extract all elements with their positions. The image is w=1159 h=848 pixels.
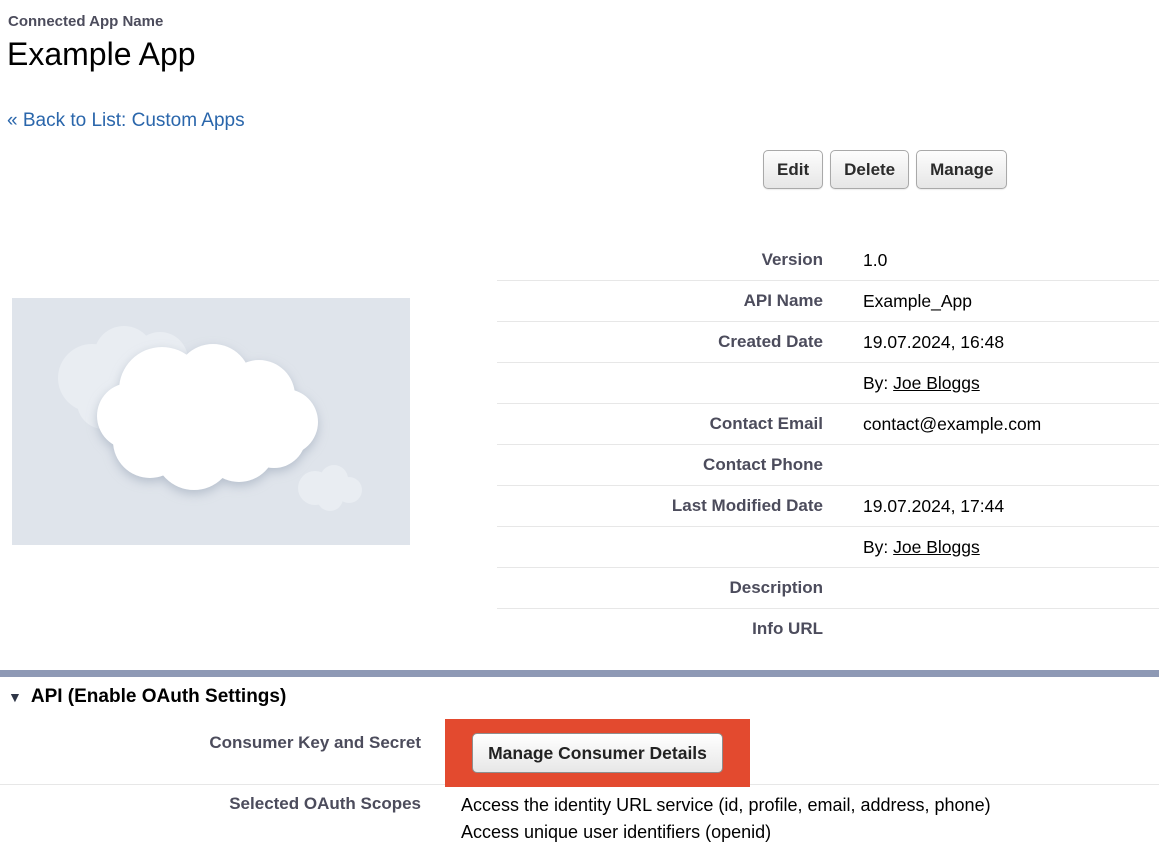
- section-divider-bar: [0, 670, 1159, 677]
- connected-app-detail-page: Connected App Name Example App « Back to…: [0, 0, 1159, 848]
- field-label: Info URL: [497, 619, 823, 639]
- oauth-scope-item: Access the identity URL service (id, pro…: [461, 792, 991, 819]
- by-prefix: By:: [863, 373, 893, 393]
- back-to-list-link[interactable]: « Back to List: Custom Apps: [7, 110, 245, 132]
- table-row-last-modified-date: Last Modified Date 19.07.2024, 17:44: [497, 486, 1159, 527]
- oauth-scope-item: Access unique user identifiers (openid): [461, 819, 991, 846]
- table-row-created-date: Created Date 19.07.2024, 16:48: [497, 322, 1159, 363]
- consumer-key-secret-label: Consumer Key and Secret: [0, 733, 421, 753]
- edit-button[interactable]: Edit: [763, 150, 823, 189]
- field-label: Last Modified Date: [497, 496, 823, 516]
- by-prefix: By:: [863, 537, 893, 557]
- table-row-info-url: Info URL: [497, 609, 1159, 649]
- manage-button[interactable]: Manage: [916, 150, 1007, 189]
- app-detail-table: Version 1.0 API Name Example_App Created…: [497, 240, 1159, 649]
- created-by-user-link[interactable]: Joe Bloggs: [893, 373, 980, 393]
- field-value: 19.07.2024, 16:48: [823, 332, 1004, 353]
- table-row-modified-by: By: Joe Bloggs: [497, 527, 1159, 568]
- field-value: By: Joe Bloggs: [823, 373, 980, 394]
- table-row-created-by: By: Joe Bloggs: [497, 363, 1159, 404]
- oauth-section-header: ▼ API (Enable OAuth Settings): [8, 686, 286, 708]
- field-value: By: Joe Bloggs: [823, 537, 980, 558]
- field-label: Description: [497, 578, 823, 598]
- table-row-contact-email: Contact Email contact@example.com: [497, 404, 1159, 445]
- field-value: contact@example.com: [823, 414, 1041, 435]
- field-label: API Name: [497, 291, 823, 311]
- section-collapse-icon[interactable]: ▼: [8, 690, 22, 704]
- detail-toolbar: Edit Delete Manage: [763, 150, 1007, 189]
- cloud-icon: [12, 298, 410, 545]
- selected-oauth-scopes-label: Selected OAuth Scopes: [0, 794, 421, 814]
- table-row-version: Version 1.0: [497, 240, 1159, 281]
- entity-type-label: Connected App Name: [8, 13, 163, 30]
- field-value: 19.07.2024, 17:44: [823, 496, 1004, 517]
- highlight-annotation-box: Manage Consumer Details: [445, 719, 750, 787]
- selected-oauth-scopes-values: Access the identity URL service (id, pro…: [461, 792, 991, 846]
- page-title: Example App: [7, 36, 196, 73]
- field-label: Version: [497, 250, 823, 270]
- field-label: Created Date: [497, 332, 823, 352]
- table-row-api-name: API Name Example_App: [497, 281, 1159, 322]
- field-value: Example_App: [823, 291, 972, 312]
- modified-by-user-link[interactable]: Joe Bloggs: [893, 537, 980, 557]
- table-row-contact-phone: Contact Phone: [497, 445, 1159, 486]
- field-label: Contact Email: [497, 414, 823, 434]
- delete-button[interactable]: Delete: [830, 150, 909, 189]
- oauth-section-title: API (Enable OAuth Settings): [31, 686, 286, 708]
- field-label: Contact Phone: [497, 455, 823, 475]
- manage-consumer-details-button[interactable]: Manage Consumer Details: [472, 733, 723, 773]
- table-row-description: Description: [497, 568, 1159, 609]
- field-value: 1.0: [823, 250, 887, 271]
- app-logo-image: [12, 298, 410, 545]
